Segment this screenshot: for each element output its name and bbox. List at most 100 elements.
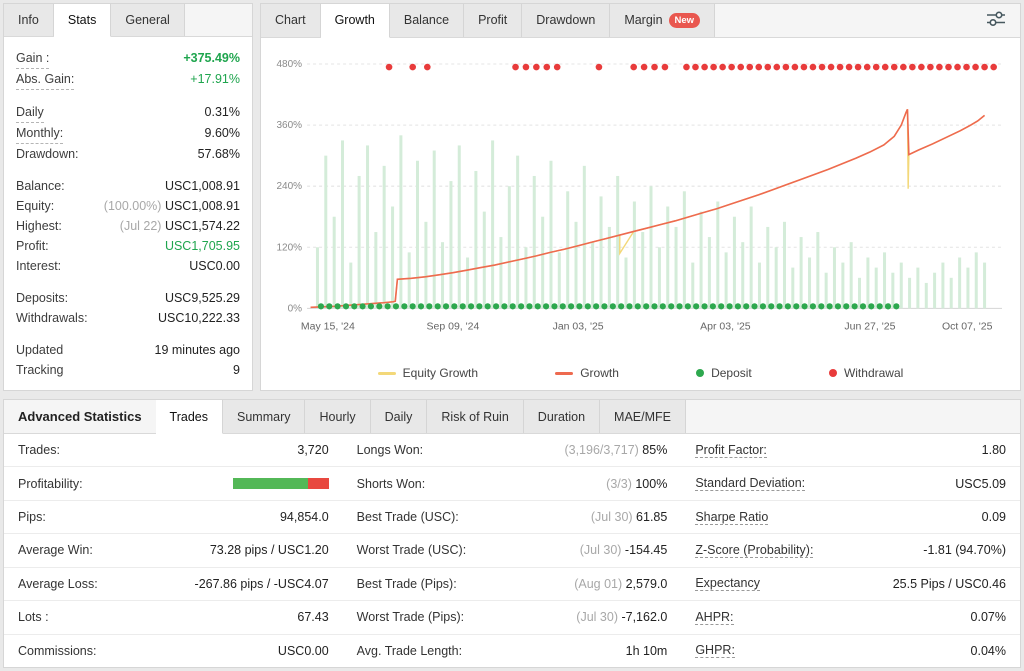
commissions-label: Commissions: [18,644,97,658]
worst-trade-usc-label: Worst Trade (USC): [357,543,467,557]
profit-factor-label[interactable]: Profit Factor: [695,443,767,458]
deposits-group: Deposits: USC9,525.29 Withdrawals: USC10… [16,288,240,328]
stats-row-1: Trades: 3,720 Longs Won: (3,196/3,717) 8… [4,434,1020,467]
tab-margin-label: Margin [624,13,662,27]
stat-row-withdrawals: Withdrawals: USC10,222.33 [16,308,240,328]
profitability-bar-win [233,478,308,489]
stat-row-gain: Gain : +375.49% [16,48,240,69]
trades-stats-table: Trades: 3,720 Longs Won: (3,196/3,717) 8… [4,434,1020,667]
sharpe-ratio-value: 0.09 [982,510,1006,524]
stat-row-equity: Equity: (100.00%) USC1,008.91 [16,196,240,216]
chart-settings-button[interactable] [972,4,1020,37]
tab-info[interactable]: Info [4,4,54,36]
tab-general[interactable]: General [111,4,184,36]
best-trade-usc-label: Best Trade (USC): [357,510,459,524]
stat-row-interest: Interest: USC0.00 [16,256,240,276]
equity-label: Equity: [16,196,54,216]
longs-won-cell: Longs Won: (3,196/3,717) 85% [343,434,682,466]
tab-balance-label: Balance [404,13,449,27]
stats-row-3: Pips: 94,854.0 Best Trade (USC): (Jul 30… [4,501,1020,534]
monthly-value: 9.60% [205,123,240,143]
tab-stats[interactable]: Stats [54,4,112,37]
sharpe-ratio-label[interactable]: Sharpe Ratio [695,510,768,525]
legend-withdrawal-label: Withdrawal [844,366,903,380]
interest-value: USC0.00 [189,256,240,276]
profit-factor-value: 1.80 [982,443,1006,457]
tab-balance[interactable]: Balance [390,4,464,37]
expectancy-cell: Expectancy 25.5 Pips / USC0.46 [681,568,1020,600]
ahpr-label[interactable]: AHPR: [695,610,733,625]
svg-text:240%: 240% [276,181,302,192]
withdrawal-dot-swatch [829,369,837,377]
average-loss-label: Average Loss: [18,577,98,591]
svg-text:480%: 480% [276,59,302,70]
worst-trade-pips-value: (Jul 30) -7,162.0 [576,610,667,624]
z-score-cell: Z-Score (Probability): -1.81 (94.70%) [681,534,1020,566]
worst-trade-usc-cell: Worst Trade (USC): (Jul 30) -154.45 [343,534,682,566]
daily-label[interactable]: Daily [16,102,44,123]
abs-gain-label[interactable]: Abs. Gain: [16,69,74,90]
lots-label: Lots : [18,610,49,624]
legend-withdrawal[interactable]: Withdrawal [829,366,903,380]
legend-deposit-label: Deposit [711,366,752,380]
chart-tabbar: Chart Growth Balance Profit Drawdown Mar… [261,4,1020,38]
tab-profit[interactable]: Profit [464,4,522,37]
tracking-value: 9 [233,360,240,380]
longs-won-value: (3,196/3,717) 85% [564,443,667,457]
profitability-bar [233,478,329,489]
tab-margin[interactable]: Margin New [610,4,715,37]
stat-row-daily: Daily 0.31% [16,102,240,123]
svg-text:0%: 0% [288,303,303,314]
legend-deposit[interactable]: Deposit [696,366,752,380]
tab-mae-mfe[interactable]: MAE/MFE [600,400,686,433]
filter-sliders-icon [986,10,1006,31]
equity-value: (100.00%) USC1,008.91 [104,196,240,216]
gain-value: +375.49% [183,48,240,68]
profitability-cell: Profitability: [4,467,343,499]
shorts-won-label: Shorts Won: [357,477,426,491]
tab-risk-of-ruin[interactable]: Risk of Ruin [427,400,523,433]
balance-value: USC1,008.91 [165,176,240,196]
top-row: Info Stats General Gain : +375.49% Abs. … [3,3,1021,391]
tab-duration[interactable]: Duration [524,400,600,433]
worst-trade-pips-label: Worst Trade (Pips): [357,610,464,624]
stat-row-monthly: Monthly: 9.60% [16,123,240,144]
average-win-cell: Average Win: 73.28 pips / USC1.20 [4,534,343,566]
legend-equity-growth-label: Equity Growth [403,366,478,380]
expectancy-value: 25.5 Pips / USC0.46 [893,577,1006,591]
stats-row-6: Lots : 67.43 Worst Trade (Pips): (Jul 30… [4,601,1020,634]
ghpr-label[interactable]: GHPR: [695,643,735,658]
account-tabbar: Info Stats General [4,4,252,37]
updated-value: 19 minutes ago [155,340,240,360]
sharpe-ratio-cell: Sharpe Ratio 0.09 [681,501,1020,533]
tab-general-label: General [125,13,169,27]
tab-hourly[interactable]: Hourly [305,400,370,433]
profitability-label: Profitability: [18,477,83,491]
svg-text:Jun 27, '25: Jun 27, '25 [844,320,895,332]
highest-date: (Jul 22) [120,219,165,233]
avg-trade-length-label: Avg. Trade Length: [357,644,462,658]
stat-row-balance: Balance: USC1,008.91 [16,176,240,196]
legend-growth-label: Growth [580,366,619,380]
daily-value: 0.31% [205,102,240,122]
account-stats-body: Gain : +375.49% Abs. Gain: +17.91% Daily… [4,37,252,390]
avg-trade-length-cell: Avg. Trade Length: 1h 10m [343,635,682,667]
tab-risk-of-ruin-label: Risk of Ruin [441,410,508,424]
legend-equity-growth[interactable]: Equity Growth [378,366,478,380]
abs-gain-value: +17.91% [190,69,240,89]
expectancy-label[interactable]: Expectancy [695,576,760,591]
tab-chart[interactable]: Chart [261,4,321,37]
gain-label[interactable]: Gain : [16,48,49,69]
tab-growth[interactable]: Growth [321,4,390,38]
shorts-won-cell: Shorts Won: (3/3) 100% [343,467,682,499]
monthly-label[interactable]: Monthly: [16,123,63,144]
tab-summary[interactable]: Summary [223,400,305,433]
svg-text:Oct 07, '25: Oct 07, '25 [942,320,993,332]
growth-chart: 0%120%240%360%480%May 15, '24Sep 09, '24… [261,38,1020,360]
legend-growth[interactable]: Growth [555,366,619,380]
tab-drawdown[interactable]: Drawdown [522,4,610,37]
tab-trades[interactable]: Trades [156,400,223,434]
tab-daily[interactable]: Daily [371,400,428,433]
z-score-label[interactable]: Z-Score (Probability): [695,543,813,558]
standard-deviation-label[interactable]: Standard Deviation: [695,476,805,491]
